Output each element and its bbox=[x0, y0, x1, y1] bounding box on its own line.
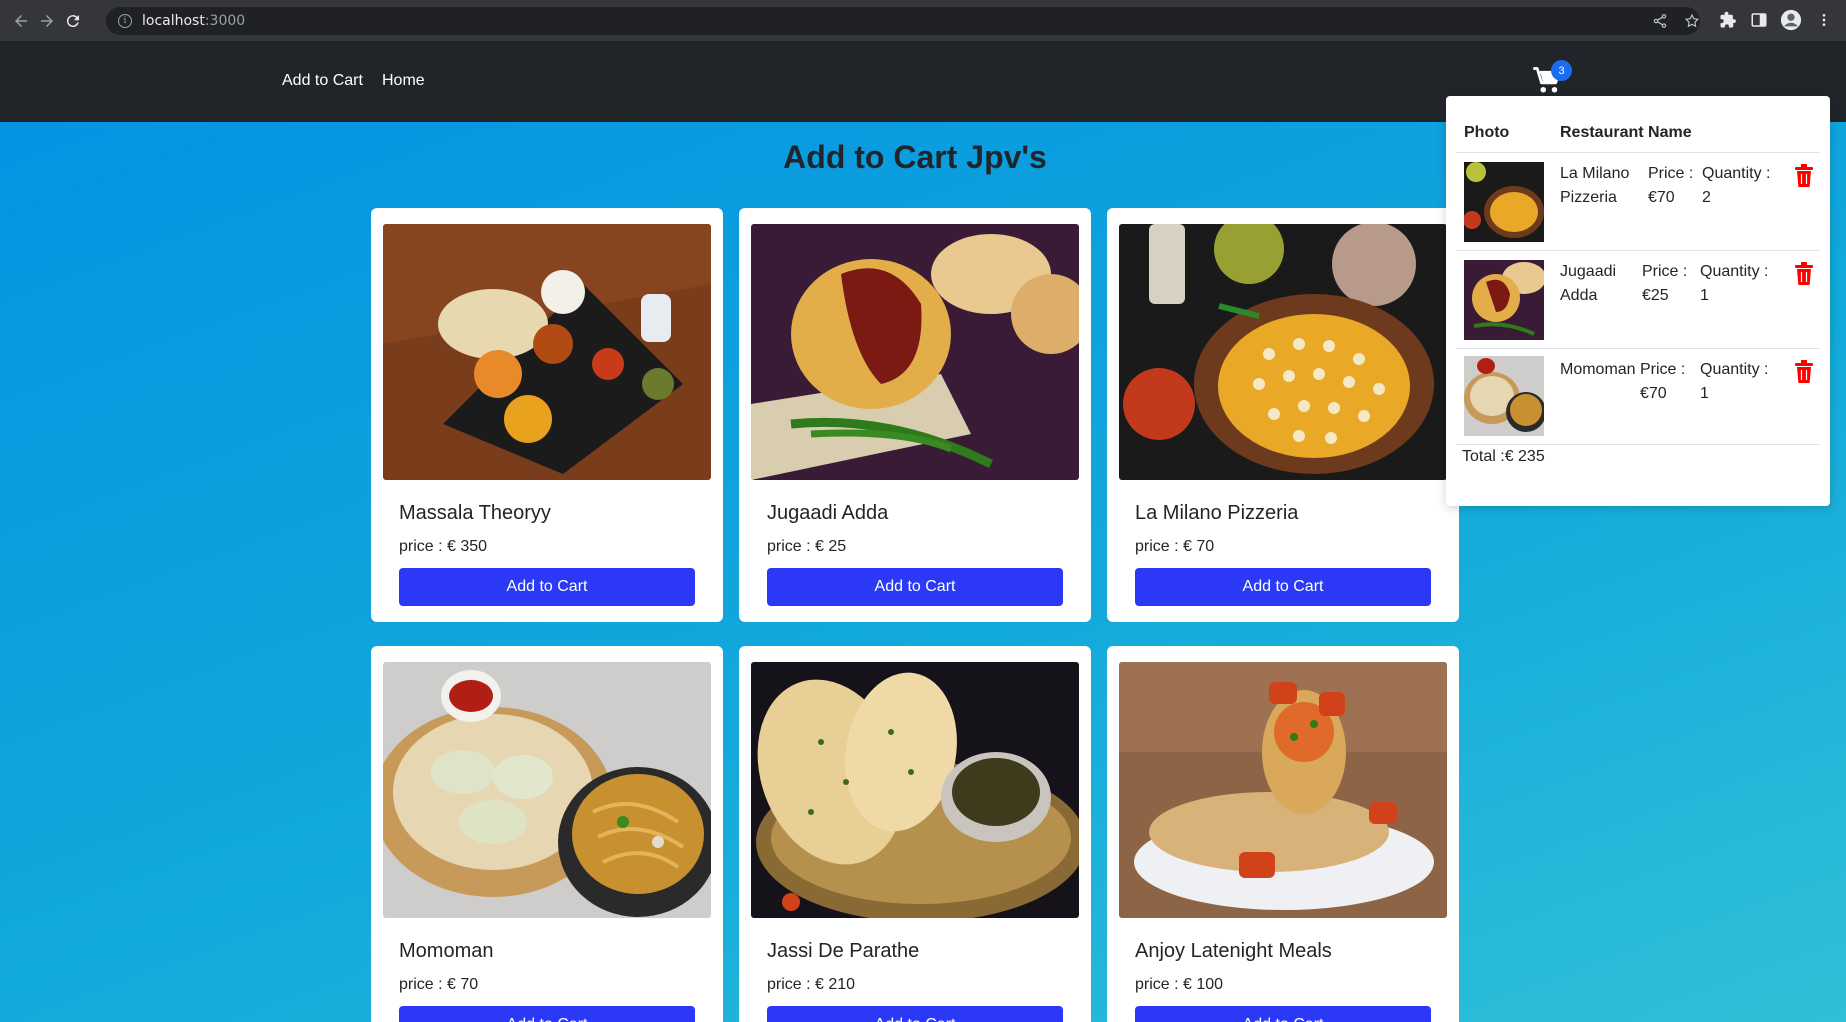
cart-item-name-line1: La Milano bbox=[1560, 165, 1630, 182]
product-card: La Milano Pizzeria price : € 70 Add to C… bbox=[1107, 208, 1459, 622]
product-card: Anjoy Latenight Meals price : € 100 Add … bbox=[1107, 646, 1459, 1022]
cart-item-price-label: Price : bbox=[1648, 165, 1694, 182]
product-image-vada-pav bbox=[751, 224, 1079, 480]
avatar-icon bbox=[1780, 9, 1802, 31]
product-name: Jugaadi Adda bbox=[767, 502, 889, 524]
cart-item-quantity: Quantity : 2 bbox=[1702, 162, 1770, 210]
cart-item-price: Price : €25 bbox=[1642, 260, 1687, 308]
cart-item-quantity-value: 1 bbox=[1700, 385, 1709, 402]
cart-column-photo: Photo bbox=[1464, 124, 1510, 141]
side-panel-icon bbox=[1751, 13, 1767, 27]
cart-item-price-value: €70 bbox=[1648, 189, 1675, 206]
reload-icon bbox=[66, 14, 79, 27]
cart-item-name-line1: Momoman bbox=[1560, 361, 1636, 378]
divider bbox=[1456, 152, 1820, 153]
product-image-momos bbox=[383, 662, 711, 918]
product-name: Massala Theoryy bbox=[399, 502, 551, 524]
cart-item-name: La Milano Pizzeria bbox=[1560, 162, 1629, 210]
product-price: price : € 210 bbox=[767, 976, 856, 993]
product-name: Momoman bbox=[399, 940, 494, 962]
kebab-menu-icon bbox=[1822, 14, 1826, 26]
forward-button[interactable] bbox=[34, 8, 60, 34]
product-price: price : € 25 bbox=[767, 538, 847, 555]
product-price: price : € 350 bbox=[399, 538, 488, 555]
product-image-naan bbox=[751, 662, 1079, 918]
url-port: :3000 bbox=[204, 13, 246, 29]
product-price: price : € 100 bbox=[1135, 976, 1224, 993]
cart-item-thumbnail bbox=[1464, 260, 1544, 340]
add-to-cart-button[interactable]: Add to Cart bbox=[1135, 1006, 1431, 1022]
trash-icon[interactable] bbox=[1794, 360, 1814, 384]
product-card: Momoman price : € 70 Add to Cart bbox=[371, 646, 723, 1022]
extensions-button[interactable] bbox=[1716, 8, 1740, 32]
product-name: Anjoy Latenight Meals bbox=[1135, 940, 1332, 962]
cart-item-quantity: Quantity : 1 bbox=[1700, 358, 1768, 406]
cart-item-quantity-label: Quantity : bbox=[1702, 165, 1771, 182]
back-button[interactable] bbox=[8, 8, 34, 34]
cart-item-name-line1: Jugaadi bbox=[1560, 263, 1617, 280]
cart-item-name-line2: Adda bbox=[1560, 287, 1598, 304]
trash-icon[interactable] bbox=[1794, 262, 1814, 286]
cart-item-name-line2: Pizzeria bbox=[1560, 189, 1617, 206]
cart-item-price-value: €70 bbox=[1640, 385, 1667, 402]
cart-item-price: Price : €70 bbox=[1640, 358, 1685, 406]
cart-item-name: Jugaadi Adda bbox=[1560, 260, 1616, 308]
product-name: Jassi De Parathe bbox=[767, 940, 920, 962]
reload-button[interactable] bbox=[60, 8, 86, 34]
add-to-cart-button[interactable]: Add to Cart bbox=[399, 568, 695, 606]
cart-item-price-value: €25 bbox=[1642, 287, 1669, 304]
add-to-cart-button[interactable]: Add to Cart bbox=[1135, 568, 1431, 606]
menu-button[interactable] bbox=[1812, 8, 1836, 32]
product-image-thali bbox=[383, 224, 711, 480]
share-icon[interactable] bbox=[1652, 13, 1668, 29]
cart-item-name: Momoman bbox=[1560, 358, 1636, 382]
divider bbox=[1456, 444, 1820, 445]
product-card: Jugaadi Adda price : € 25 Add to Cart bbox=[739, 208, 1091, 622]
divider bbox=[1456, 348, 1820, 349]
add-to-cart-button[interactable]: Add to Cart bbox=[767, 1006, 1063, 1022]
side-panel-button[interactable] bbox=[1747, 8, 1771, 32]
cart-item-quantity-value: 1 bbox=[1700, 287, 1709, 304]
address-bar[interactable]: i localhost:3000 bbox=[106, 7, 1700, 35]
divider bbox=[1456, 250, 1820, 251]
cart-item-quantity: Quantity : 1 bbox=[1700, 260, 1768, 308]
add-to-cart-button[interactable]: Add to Cart bbox=[399, 1006, 695, 1022]
product-card: Massala Theoryy price : € 350 Add to Car… bbox=[371, 208, 723, 622]
profile-button[interactable] bbox=[1779, 8, 1803, 32]
product-card: Jassi De Parathe price : € 210 Add to Ca… bbox=[739, 646, 1091, 1022]
cart-item-price-label: Price : bbox=[1640, 361, 1686, 378]
arrow-left-icon bbox=[15, 14, 27, 27]
browser-toolbar: i localhost:3000 bbox=[0, 0, 1846, 41]
bookmark-star-icon[interactable] bbox=[1684, 13, 1700, 29]
cart-column-restaurant-name: Restaurant Name bbox=[1560, 124, 1692, 141]
add-to-cart-button[interactable]: Add to Cart bbox=[767, 568, 1063, 606]
product-name: La Milano Pizzeria bbox=[1135, 502, 1299, 524]
arrow-right-icon bbox=[41, 14, 53, 27]
site-info-icon[interactable]: i bbox=[118, 14, 132, 28]
cart-item-thumbnail bbox=[1464, 356, 1544, 436]
product-price: price : € 70 bbox=[1135, 538, 1215, 555]
puzzle-icon bbox=[1720, 11, 1736, 28]
cart-count-badge: 3 bbox=[1551, 60, 1572, 81]
navbar-brand-link[interactable]: Add to Cart bbox=[282, 72, 363, 90]
product-image-pizza bbox=[1119, 224, 1447, 480]
product-image-wrap bbox=[1119, 662, 1447, 918]
cart-dropdown: Photo Restaurant Name La Milano Pizzeria … bbox=[1446, 96, 1830, 506]
cart-item-price-label: Price : bbox=[1642, 263, 1688, 280]
cart-total: Total :€ 235 bbox=[1462, 448, 1545, 465]
cart-item-quantity-label: Quantity : bbox=[1700, 361, 1769, 378]
url-host: localhost bbox=[142, 13, 205, 29]
cart-item-thumbnail bbox=[1464, 162, 1544, 242]
trash-icon[interactable] bbox=[1794, 164, 1814, 188]
product-price: price : € 70 bbox=[399, 976, 479, 993]
nav-home-link[interactable]: Home bbox=[382, 72, 425, 90]
cart-item-quantity-value: 2 bbox=[1702, 189, 1711, 206]
cart-item-quantity-label: Quantity : bbox=[1700, 263, 1769, 280]
cart-item-price: Price : €70 bbox=[1648, 162, 1693, 210]
